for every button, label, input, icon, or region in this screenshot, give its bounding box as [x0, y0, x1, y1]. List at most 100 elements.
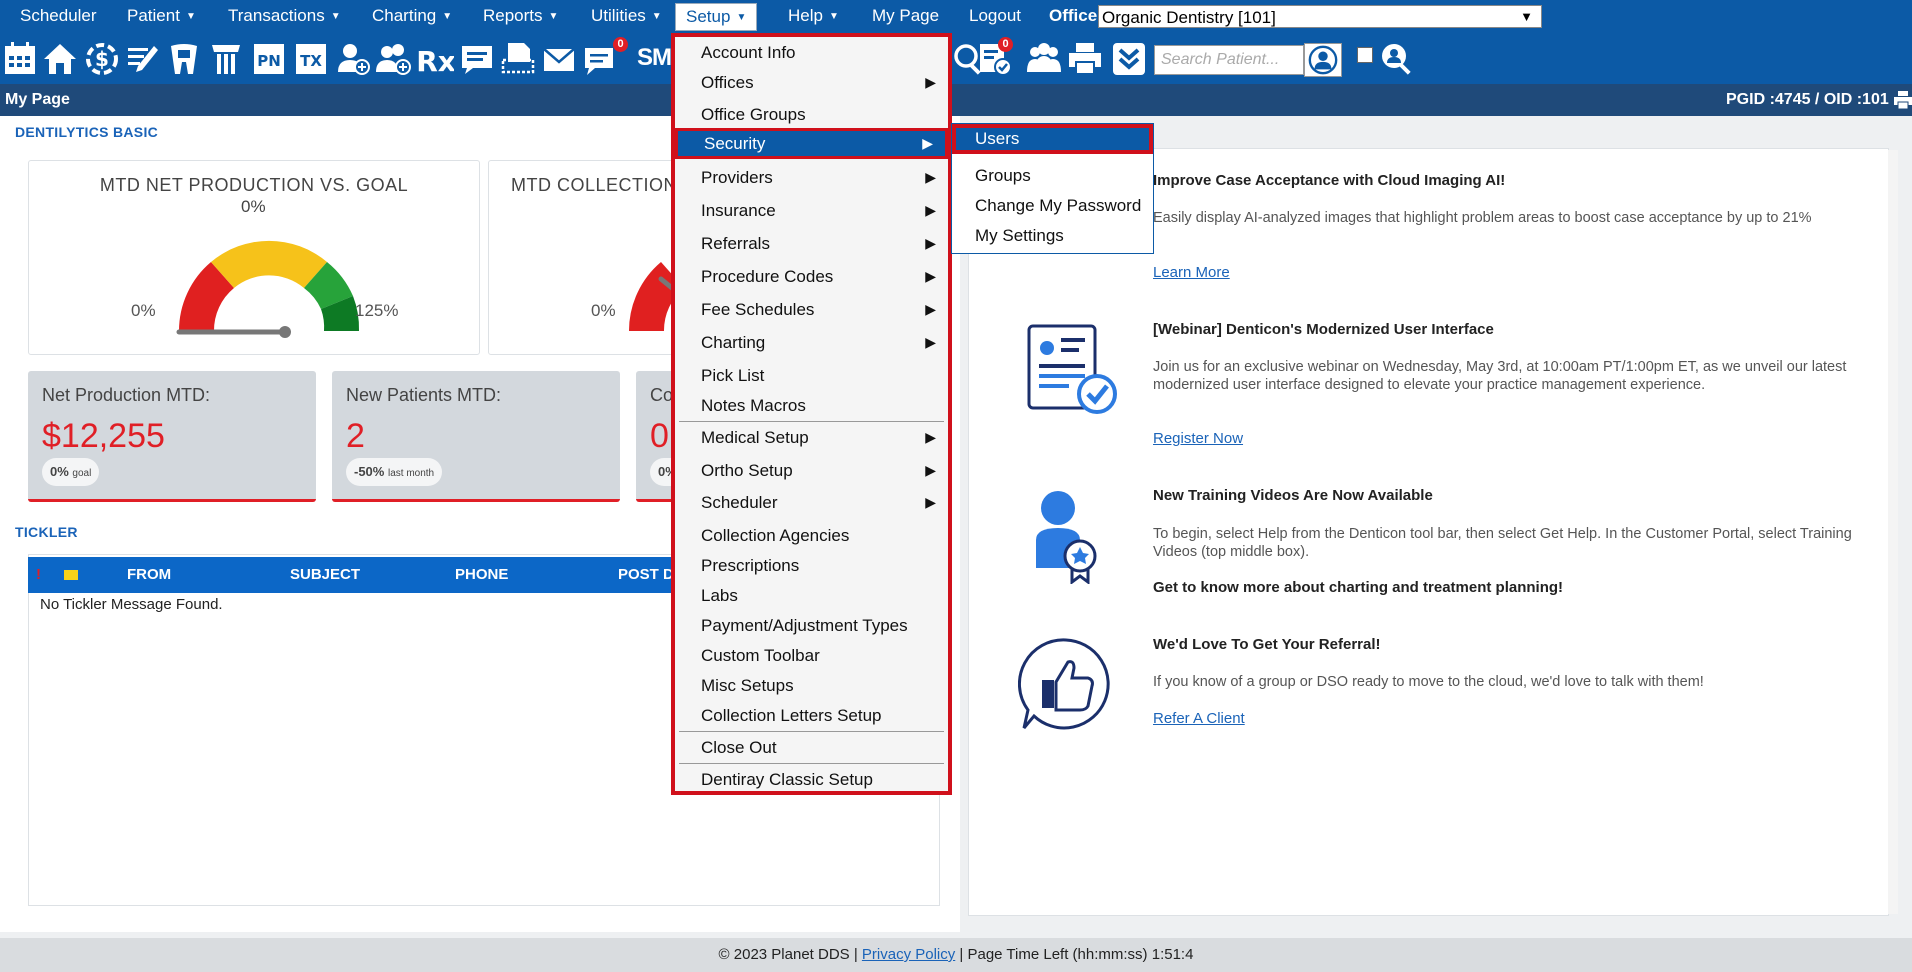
menu-logout[interactable]: Logout [969, 0, 1021, 32]
search-patient-input[interactable]: Search Patient... [1154, 45, 1304, 75]
setup-dropdown-menu: Account Info Offices ▶ Office Groups Secu… [671, 33, 952, 795]
checklist-document-icon [1025, 322, 1121, 423]
gauge-title: MTD COLLECTION [511, 175, 678, 195]
security-item-my-settings[interactable]: My Settings [952, 221, 1153, 251]
setup-item-referrals[interactable]: Referrals ▶ [675, 228, 948, 259]
setup-item-fee-schedules[interactable]: Fee Schedules ▶ [675, 294, 948, 325]
svg-text:$: $ [95, 47, 109, 71]
menu-scheduler[interactable]: Scheduler [20, 0, 97, 32]
envelope-icon[interactable] [64, 570, 78, 580]
calendar-icon[interactable] [2, 40, 38, 78]
setup-item-payment-adjustment-types[interactable]: Payment/Adjustment Types [675, 610, 948, 641]
page-title-bar: My Page PGID :4745 / OID :101 [0, 84, 1912, 116]
chevron-down-icon: ▼ [1520, 9, 1533, 24]
kpi-value: 0 [650, 417, 669, 455]
setup-item-account-info[interactable]: Account Info [675, 37, 948, 68]
caret-down-icon: ▼ [185, 11, 196, 22]
caret-down-icon: ▼ [651, 11, 662, 22]
news-scrollbar[interactable] [1888, 150, 1898, 914]
from-column-header[interactable]: FROM [127, 557, 171, 593]
dollar-icon[interactable]: $ [84, 40, 120, 78]
setup-item-dentiray-classic-setup[interactable]: Dentiray Classic Setup [675, 764, 948, 795]
menu-utilities[interactable]: Utilities ▼ [591, 0, 662, 32]
menu-patient[interactable]: Patient ▼ [127, 0, 196, 32]
setup-item-procedure-codes[interactable]: Procedure Codes ▶ [675, 261, 948, 292]
tx-text: TX [300, 52, 322, 70]
news-title: New Training Videos Are Now Available [1153, 487, 1433, 504]
setup-item-office-groups[interactable]: Office Groups [675, 99, 948, 130]
submenu-arrow-icon: ▶ [925, 235, 936, 251]
implant-icon[interactable] [208, 40, 244, 78]
submenu-arrow-icon: ▶ [922, 135, 933, 151]
learn-more-link[interactable]: Learn More [1153, 264, 1230, 281]
setup-item-misc-setups[interactable]: Misc Setups [675, 670, 948, 701]
setup-item-custom-toolbar[interactable]: Custom Toolbar [675, 640, 948, 671]
menu-my-page[interactable]: My Page [872, 0, 939, 32]
advanced-search-icon[interactable] [1378, 40, 1414, 78]
setup-item-close-out[interactable]: Close Out [675, 732, 948, 763]
setup-item-offices[interactable]: Offices ▶ [675, 67, 948, 98]
search-option-checkbox[interactable] [1357, 47, 1373, 63]
kpi-value: 2 [346, 417, 365, 455]
setup-item-collection-letters-setup[interactable]: Collection Letters Setup [675, 700, 948, 731]
menu-charting[interactable]: Charting ▼ [372, 0, 452, 32]
print-doc-icon[interactable] [500, 40, 536, 78]
news-body: If you know of a group or DSO ready to m… [1153, 674, 1704, 690]
news-body: To begin, select Help from the Denticon … [1153, 526, 1852, 560]
setup-item-notes-macros[interactable]: Notes Macros [675, 390, 948, 421]
menu-transactions[interactable]: Transactions ▼ [228, 0, 341, 32]
post-date-column-header[interactable]: POST D [618, 557, 674, 593]
setup-item-collection-agencies[interactable]: Collection Agencies [675, 520, 948, 551]
tx-icon[interactable]: TX [293, 40, 329, 78]
phone-column-header[interactable]: PHONE [455, 557, 508, 593]
setup-item-charting[interactable]: Charting ▶ [675, 327, 948, 358]
tickler-empty-message: No Tickler Message Found. [40, 596, 223, 613]
pn-text: PN [257, 52, 281, 70]
add-patient-icon[interactable] [336, 40, 372, 78]
printer-icon[interactable] [1894, 90, 1912, 110]
page-title: My Page [5, 91, 70, 108]
submenu-arrow-icon: ▶ [925, 169, 936, 185]
news-title: We'd Love To Get Your Referral! [1153, 636, 1381, 653]
register-now-link[interactable]: Register Now [1153, 430, 1243, 447]
pn-icon[interactable]: PN [251, 40, 287, 78]
privacy-policy-link[interactable]: Privacy Policy [862, 946, 955, 963]
submenu-arrow-icon: ▶ [925, 202, 936, 218]
setup-item-ortho-setup[interactable]: Ortho Setup ▶ [675, 455, 948, 486]
home-icon[interactable] [42, 40, 78, 78]
printer-icon[interactable] [1067, 40, 1103, 78]
chevron-double-down-icon[interactable] [1111, 40, 1147, 78]
setup-item-labs[interactable]: Labs [675, 580, 948, 611]
setup-item-prescriptions[interactable]: Prescriptions [675, 550, 948, 581]
add-family-icon[interactable] [376, 40, 412, 78]
menu-help[interactable]: Help ▼ [788, 0, 839, 32]
security-item-users[interactable]: Users [952, 124, 1153, 154]
search-patient-button[interactable] [1304, 43, 1342, 77]
security-item-change-password[interactable]: Change My Password [952, 191, 1153, 221]
menu-reports[interactable]: Reports ▼ [483, 0, 558, 32]
envelope-icon[interactable] [541, 40, 577, 78]
setup-item-pick-list[interactable]: Pick List [675, 360, 948, 391]
office-select[interactable]: Organic Dentistry [101] ▼ [1098, 5, 1542, 28]
kpi-card-new-patients: New Patients MTD: 2 -50% last month [332, 371, 620, 502]
security-item-groups[interactable]: Groups [952, 161, 1153, 191]
gauge-dial [176, 240, 360, 338]
pencil-icon[interactable] [124, 40, 160, 78]
setup-item-scheduler[interactable]: Scheduler ▶ [675, 487, 948, 518]
group-icon[interactable] [1026, 40, 1062, 78]
kpi-card-net-production: Net Production MTD: $12,255 0% goal [28, 371, 316, 502]
subject-column-header[interactable]: SUBJECT [290, 557, 360, 593]
refer-a-client-link[interactable]: Refer A Client [1153, 710, 1245, 727]
gauge-title: MTD NET PRODUCTION VS. GOAL [99, 175, 409, 195]
setup-item-security[interactable]: Security ▶ [675, 128, 948, 159]
priority-column-header[interactable]: ! [36, 557, 41, 593]
form-badge: 0 [998, 37, 1013, 52]
rx-icon[interactable]: Rx [416, 40, 456, 78]
tooth-icon[interactable] [166, 40, 202, 78]
setup-item-providers[interactable]: Providers ▶ [675, 162, 948, 193]
note-icon[interactable] [459, 40, 495, 78]
setup-item-insurance[interactable]: Insurance ▶ [675, 195, 948, 226]
setup-item-medical-setup[interactable]: Medical Setup ▶ [675, 422, 948, 453]
kpi-label: Net Production MTD: [42, 385, 211, 405]
menu-setup[interactable]: Setup ▼ [675, 3, 758, 31]
